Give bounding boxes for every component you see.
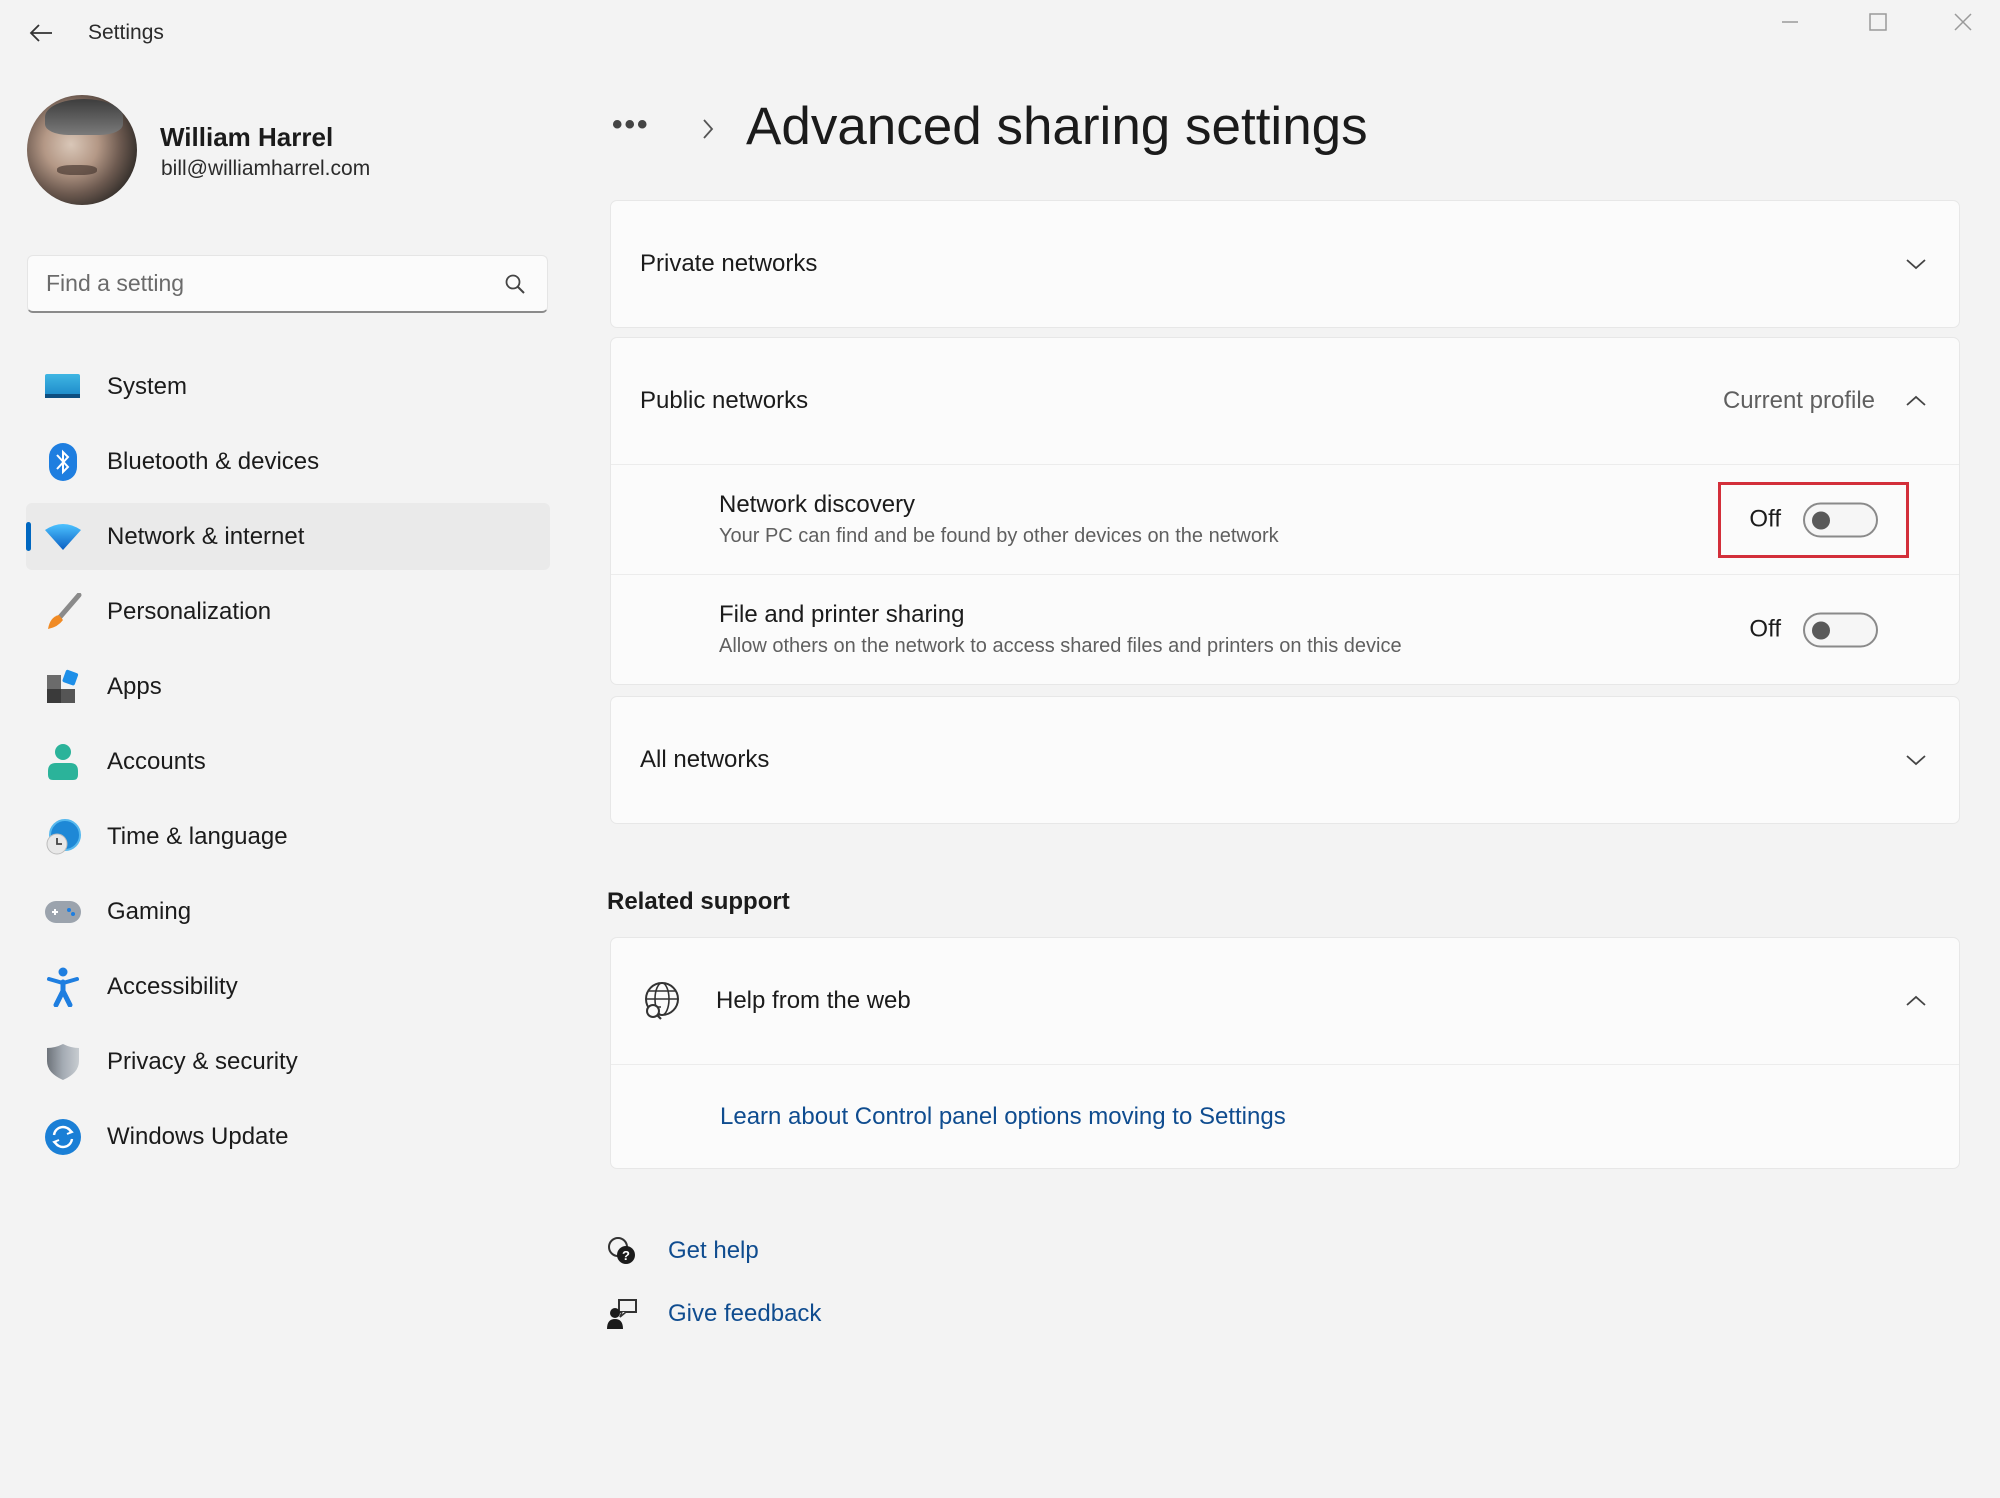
globe-search-icon [640, 979, 684, 1023]
sidebar-item-accessibility[interactable]: Accessibility [26, 953, 550, 1020]
chevron-up-icon[interactable] [1901, 986, 1931, 1016]
gamepad-icon [43, 892, 83, 932]
avatar[interactable] [27, 95, 137, 205]
chevron-down-icon[interactable] [1901, 745, 1931, 775]
breadcrumb-more-button[interactable]: ••• [612, 108, 650, 142]
feedback-icon [604, 1296, 640, 1332]
search-icon[interactable] [501, 270, 529, 298]
sidebar-item-apps[interactable]: Apps [26, 653, 550, 720]
help-from-web-header[interactable]: Help from the web [611, 938, 1959, 1064]
get-help-label: Get help [668, 1237, 759, 1264]
chevron-right-icon [696, 112, 720, 146]
public-networks-card: Public networks Current profile Network … [610, 337, 1960, 685]
sidebar-item-label: Apps [107, 672, 162, 700]
all-networks-card: All networks [610, 696, 1960, 824]
sidebar-item-privacy-security[interactable]: Privacy & security [26, 1028, 550, 1095]
file-printer-sharing-row: File and printer sharing Allow others on… [611, 574, 1959, 684]
network-discovery-row: Network discovery Your PC can find and b… [611, 464, 1959, 574]
sidebar-item-label: Privacy & security [107, 1047, 298, 1075]
shield-icon [43, 1042, 83, 1082]
sidebar-item-gaming[interactable]: Gaming [26, 878, 550, 945]
search-box[interactable] [27, 255, 548, 313]
network-discovery-toggle[interactable] [1803, 502, 1878, 537]
sidebar-item-windows-update[interactable]: Windows Update [26, 1103, 550, 1170]
monitor-icon [43, 367, 83, 407]
close-icon [1954, 13, 1972, 31]
sidebar-item-network[interactable]: Network & internet [26, 503, 550, 570]
sidebar-item-label: System [107, 372, 188, 400]
user-email: bill@williamharrel.com [161, 157, 371, 180]
minimize-icon [1782, 21, 1798, 23]
minimize-button[interactable] [1760, 4, 1820, 40]
back-arrow-icon [29, 24, 52, 42]
sidebar-item-label: Time & language [107, 822, 288, 850]
toggle-state-label: Off [1749, 505, 1781, 533]
section-title: Private networks [640, 250, 818, 277]
apps-icon [43, 667, 83, 707]
svg-text:?: ? [622, 1248, 630, 1263]
setting-title: File and printer sharing [719, 601, 965, 628]
section-title: All networks [640, 746, 770, 773]
sidebar-item-label: Network & internet [107, 522, 305, 550]
section-title: Public networks [640, 387, 809, 414]
refresh-icon [43, 1117, 83, 1157]
get-help-link[interactable]: ? Get help [604, 1233, 759, 1269]
section-title: Help from the web [716, 987, 911, 1014]
current-profile-label: Current profile [1722, 387, 1875, 414]
setting-description: Your PC can find and be found by other d… [719, 525, 1279, 547]
get-help-icon: ? [604, 1233, 640, 1269]
give-feedback-label: Give feedback [668, 1300, 822, 1327]
user-name: William Harrel [160, 122, 334, 152]
app-title: Settings [88, 21, 164, 44]
paintbrush-icon [43, 592, 83, 632]
back-button[interactable] [22, 14, 60, 52]
chevron-up-icon[interactable] [1901, 386, 1931, 416]
give-feedback-link[interactable]: Give feedback [604, 1296, 821, 1332]
toggle-knob [1812, 511, 1830, 529]
setting-description: Allow others on the network to access sh… [719, 635, 1402, 657]
sidebar-item-system[interactable]: System [26, 353, 550, 420]
control-panel-options-link[interactable]: Learn about Control panel options moving… [720, 1103, 1286, 1131]
sidebar-item-label: Accessibility [107, 972, 238, 1000]
search-input[interactable] [46, 270, 501, 297]
private-networks-header[interactable]: Private networks [611, 201, 1959, 327]
help-from-web-card: Help from the web Learn about Control pa… [610, 937, 1960, 1169]
sidebar-nav: System Bluetooth & devices Network & int… [26, 353, 550, 1178]
all-networks-header[interactable]: All networks [611, 697, 1959, 823]
sidebar-item-personalization[interactable]: Personalization [26, 578, 550, 645]
bluetooth-icon [43, 442, 83, 482]
file-printer-sharing-toggle[interactable] [1803, 612, 1878, 647]
page-title: Advanced sharing settings [746, 97, 1368, 156]
sidebar-item-time-language[interactable]: Time & language [26, 803, 550, 870]
public-networks-header[interactable]: Public networks Current profile [611, 338, 1959, 464]
wifi-icon [43, 517, 83, 557]
toggle-state-label: Off [1749, 615, 1781, 643]
sidebar-item-label: Gaming [107, 897, 192, 925]
setting-title: Network discovery [719, 491, 916, 518]
accessibility-icon [43, 967, 83, 1007]
maximize-button[interactable] [1848, 4, 1908, 40]
sidebar-item-label: Windows Update [107, 1122, 289, 1150]
person-icon [43, 742, 83, 782]
toggle-knob [1812, 621, 1830, 639]
sidebar-item-accounts[interactable]: Accounts [26, 728, 550, 795]
chevron-down-icon[interactable] [1901, 249, 1931, 279]
sidebar-item-bluetooth[interactable]: Bluetooth & devices [26, 428, 550, 495]
close-button[interactable] [1933, 4, 1993, 40]
related-support-heading: Related support [607, 888, 790, 915]
sidebar-item-label: Bluetooth & devices [107, 447, 320, 475]
sidebar-item-label: Personalization [107, 597, 272, 625]
globe-clock-icon [43, 817, 83, 857]
sidebar-item-label: Accounts [107, 747, 206, 775]
private-networks-card: Private networks [610, 200, 1960, 328]
help-link-row: Learn about Control panel options moving… [611, 1064, 1959, 1168]
maximize-icon [1869, 13, 1887, 31]
